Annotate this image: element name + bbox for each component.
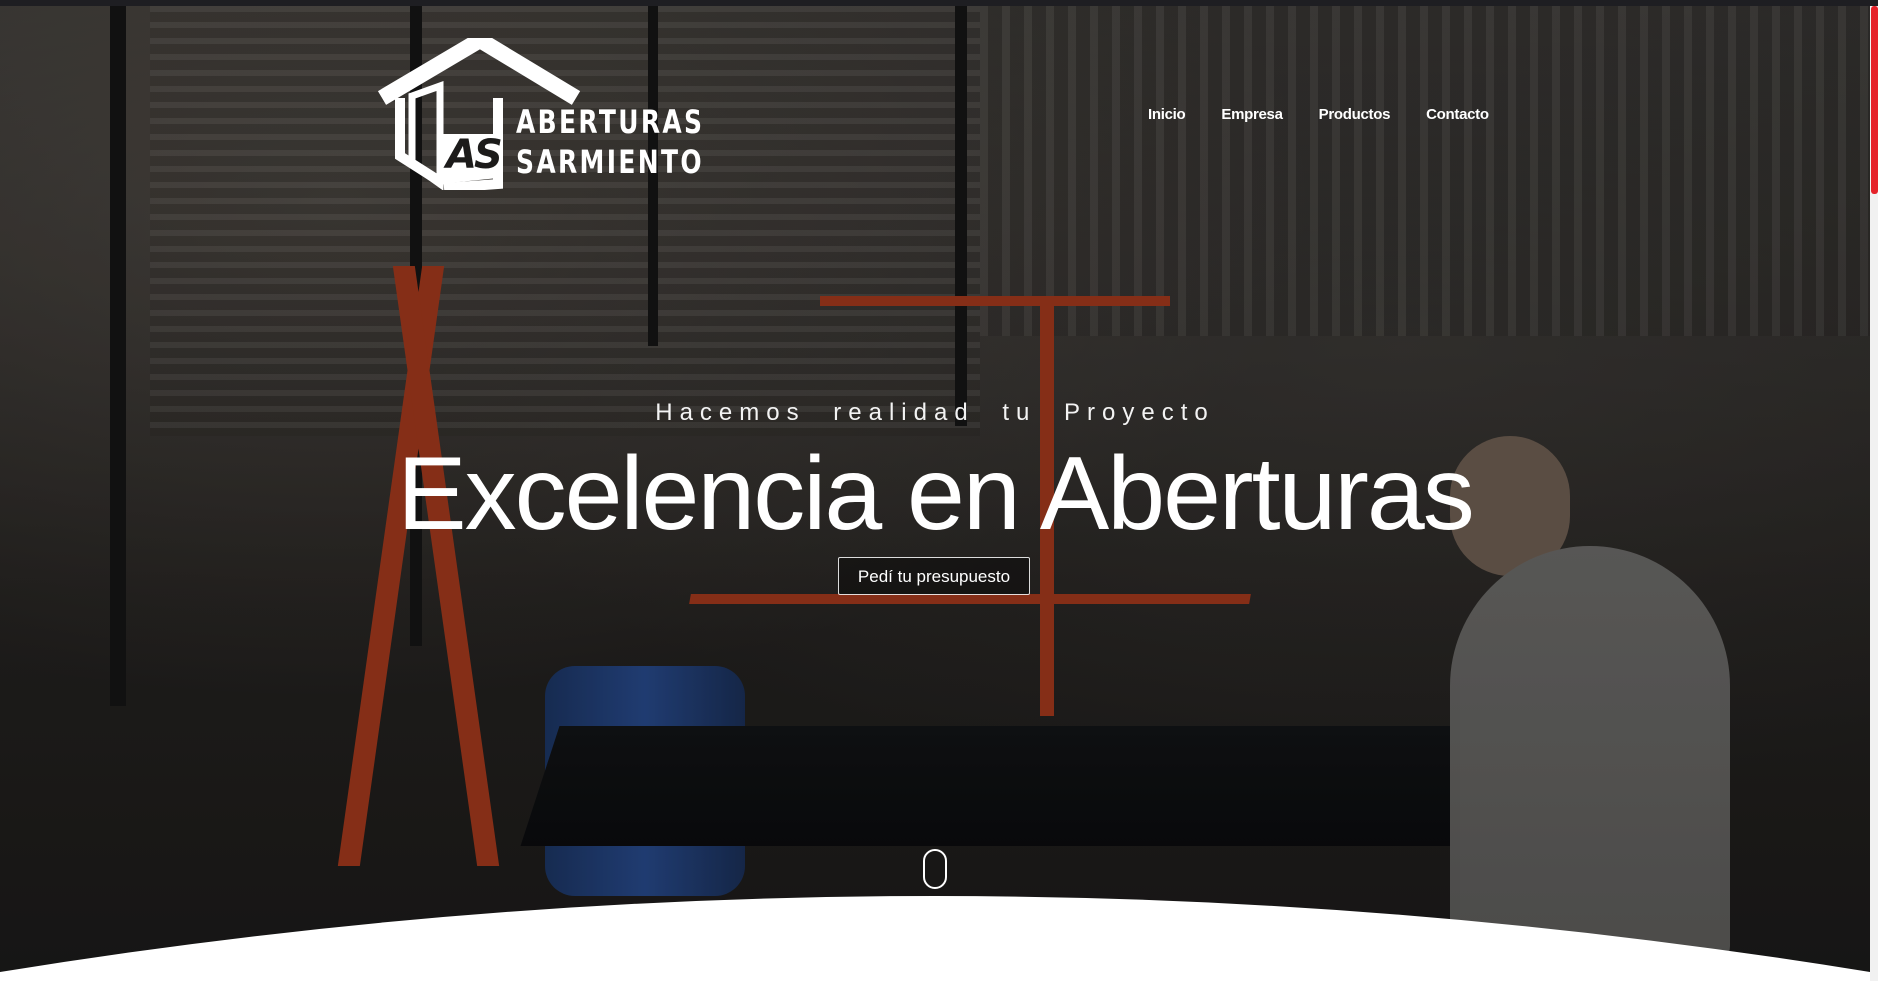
brand-name[interactable]: ABERTURAS SARMIENTO: [516, 102, 704, 182]
page-scrollbar-thumb[interactable]: [1871, 6, 1878, 194]
nav-item-empresa[interactable]: Empresa: [1203, 104, 1300, 125]
quote-request-button[interactable]: Pedí tu presupuesto: [838, 557, 1030, 595]
page: AS ABERTURAS SARMIENTO Inicio Empresa Pr…: [0, 0, 1878, 981]
hero-tagline: Hacemos realidad tu Proyecto: [655, 399, 1215, 426]
brand-name-line2: SARMIENTO: [516, 143, 704, 181]
nav-item-contacto[interactable]: Contacto: [1408, 104, 1507, 125]
nav-item-productos[interactable]: Productos: [1301, 104, 1408, 125]
nav-item-inicio[interactable]: Inicio: [1130, 104, 1203, 125]
section-divider-wave: [0, 896, 1870, 981]
hero-section: AS ABERTURAS SARMIENTO Inicio Empresa Pr…: [0, 6, 1870, 981]
logo-mark-text: AS: [446, 132, 503, 178]
top-bar: [0, 0, 1878, 6]
main-nav: Inicio Empresa Productos Contacto: [1130, 104, 1507, 125]
hero-headline: Excelencia en Aberturas: [397, 436, 1475, 552]
brand-name-line1: ABERTURAS: [516, 103, 705, 141]
